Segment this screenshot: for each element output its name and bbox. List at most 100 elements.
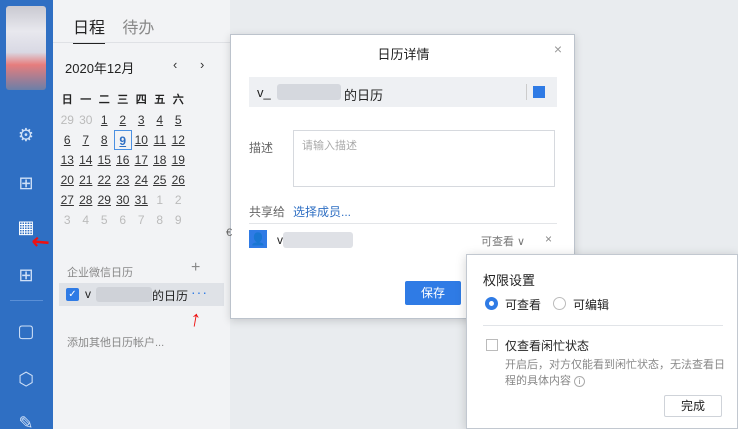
calendar-name-field[interactable]: v_ 的日历 bbox=[249, 77, 557, 107]
weekday-label: 三 bbox=[117, 94, 129, 106]
doc-icon[interactable]: ▢ bbox=[13, 318, 39, 344]
prev-month-button[interactable]: ‹ bbox=[173, 57, 177, 72]
day-cell[interactable]: 8 bbox=[151, 210, 170, 230]
day-cell[interactable]: 13 bbox=[58, 150, 77, 170]
day-cell[interactable]: 30 bbox=[77, 110, 96, 130]
day-cell[interactable]: 19 bbox=[169, 150, 188, 170]
user-icon: 👤 bbox=[249, 230, 267, 248]
calendar-name-suffix: 的日历 bbox=[344, 88, 384, 103]
weekday-label: 日 bbox=[61, 94, 73, 106]
day-cell[interactable]: 10 bbox=[132, 130, 151, 150]
day-cell[interactable]: 12 bbox=[169, 130, 188, 150]
day-cell[interactable]: 6 bbox=[114, 210, 133, 230]
add-account-link[interactable]: 添加其他日历帐户... bbox=[67, 334, 164, 350]
permission-dropdown[interactable]: 可查看 ∨ bbox=[481, 233, 525, 249]
org-chart-icon[interactable]: ⊞ bbox=[13, 170, 39, 196]
day-cell[interactable]: 15 bbox=[95, 150, 114, 170]
edge-glyph: € bbox=[226, 227, 233, 239]
permission-popover: 权限设置 可查看 可编辑 仅查看闲忙状态 开启后，对方仅能看到闲忙状态，无法查看… bbox=[466, 254, 738, 429]
color-swatch[interactable] bbox=[533, 86, 545, 98]
divider bbox=[526, 84, 527, 100]
day-cell[interactable]: 22 bbox=[95, 170, 114, 190]
tab-todo[interactable]: 待办 bbox=[122, 14, 154, 42]
day-cell[interactable]: 23 bbox=[114, 170, 133, 190]
divider bbox=[53, 42, 230, 43]
redacted-name bbox=[96, 287, 152, 302]
day-cell[interactable]: 2 bbox=[114, 110, 133, 130]
weekday-label: 一 bbox=[80, 94, 92, 106]
desc-label: 描述 bbox=[249, 141, 274, 155]
week-row: 27 28 29 30 31 1 2 bbox=[58, 190, 228, 210]
day-cell[interactable]: 26 bbox=[169, 170, 188, 190]
day-cell[interactable]: 4 bbox=[151, 110, 170, 130]
day-cell[interactable]: 31 bbox=[132, 190, 151, 210]
week-row: 13 14 15 16 17 18 19 bbox=[58, 150, 228, 170]
day-cell[interactable]: 5 bbox=[95, 210, 114, 230]
day-cell[interactable]: 3 bbox=[132, 110, 151, 130]
day-cell[interactable]: 7 bbox=[77, 130, 96, 150]
more-options-icon[interactable]: ··· bbox=[191, 284, 208, 300]
redacted-name bbox=[277, 84, 341, 100]
day-cell[interactable]: 14 bbox=[77, 150, 96, 170]
rail-divider bbox=[10, 300, 43, 301]
radio-view[interactable] bbox=[485, 297, 498, 310]
day-cell[interactable]: 20 bbox=[58, 170, 77, 190]
tab-schedule[interactable]: 日程 bbox=[73, 14, 106, 44]
description-input[interactable]: 请输入描述 bbox=[293, 130, 555, 187]
day-cell[interactable]: 3 bbox=[58, 210, 77, 230]
day-cell[interactable]: 9 bbox=[113, 130, 132, 150]
feather-icon[interactable]: ✎ bbox=[13, 410, 39, 429]
cube-icon[interactable]: ⬡ bbox=[13, 366, 39, 392]
day-cell[interactable]: 29 bbox=[58, 110, 77, 130]
day-cell[interactable]: 11 bbox=[151, 130, 170, 150]
divider bbox=[483, 325, 723, 326]
weekday-label: 六 bbox=[172, 94, 184, 106]
apps-icon[interactable]: ⊞ bbox=[13, 262, 39, 288]
week-row: 3456789 bbox=[58, 210, 228, 230]
weekday-header: 日一二三四五六 bbox=[58, 90, 228, 110]
day-cell[interactable]: 24 bbox=[132, 170, 151, 190]
add-calendar-button[interactable]: + bbox=[191, 259, 200, 277]
busy-only-checkbox[interactable] bbox=[486, 339, 498, 351]
day-cell[interactable]: 16 bbox=[114, 150, 133, 170]
day-cell[interactable]: 9 bbox=[169, 210, 188, 230]
day-cell[interactable]: 5 bbox=[169, 110, 188, 130]
puzzle-icon[interactable]: ⚙ bbox=[13, 122, 39, 148]
day-cell[interactable]: 17 bbox=[132, 150, 151, 170]
calendar-panel: 日程 待办 2020年12月 ‹ › 日一二三四五六 29 30 1 2 3 4 5 6 7 8 9 1… bbox=[53, 0, 230, 429]
remove-member-icon[interactable]: × bbox=[545, 232, 552, 246]
calendar-list-item[interactable]: ✓ v 的日历 ··· bbox=[59, 283, 224, 306]
day-cell[interactable]: 7 bbox=[132, 210, 151, 230]
radio-edit[interactable] bbox=[553, 297, 566, 310]
day-cell[interactable]: 4 bbox=[77, 210, 96, 230]
day-cell[interactable]: 1 bbox=[151, 190, 170, 210]
day-cell[interactable]: 28 bbox=[77, 190, 96, 210]
close-icon[interactable]: × bbox=[554, 41, 562, 57]
day-cell[interactable]: 30 bbox=[114, 190, 133, 210]
done-button[interactable]: 完成 bbox=[664, 395, 722, 417]
calendar-checkbox[interactable]: ✓ bbox=[66, 288, 79, 301]
weekday-label: 二 bbox=[98, 94, 110, 106]
day-cell[interactable]: 1 bbox=[95, 110, 114, 130]
radio-view-label[interactable]: 可查看 bbox=[505, 296, 541, 313]
day-cell[interactable]: 18 bbox=[151, 150, 170, 170]
next-month-button[interactable]: › bbox=[200, 57, 204, 72]
choose-members-link[interactable]: 选择成员... bbox=[293, 203, 351, 220]
day-cell[interactable]: 2 bbox=[169, 190, 188, 210]
day-cell[interactable]: 8 bbox=[95, 130, 114, 150]
save-button[interactable]: 保存 bbox=[405, 281, 461, 305]
radio-edit-label[interactable]: 可编辑 bbox=[573, 296, 609, 313]
month-label: 2020年12月 bbox=[65, 61, 135, 76]
day-cell[interactable]: 27 bbox=[58, 190, 77, 210]
day-cell[interactable]: 6 bbox=[58, 130, 77, 150]
day-cell[interactable]: 21 bbox=[77, 170, 96, 190]
avatar[interactable] bbox=[6, 6, 46, 90]
weekday-label: 五 bbox=[154, 94, 166, 106]
busy-only-label[interactable]: 仅查看闲忙状态 bbox=[505, 337, 589, 354]
day-cell[interactable]: 29 bbox=[95, 190, 114, 210]
day-cell[interactable]: 25 bbox=[151, 170, 170, 190]
redacted-name bbox=[283, 232, 353, 248]
section-label: 企业微信日历 bbox=[67, 267, 133, 279]
divider bbox=[249, 223, 557, 224]
info-icon[interactable]: i bbox=[574, 376, 586, 387]
